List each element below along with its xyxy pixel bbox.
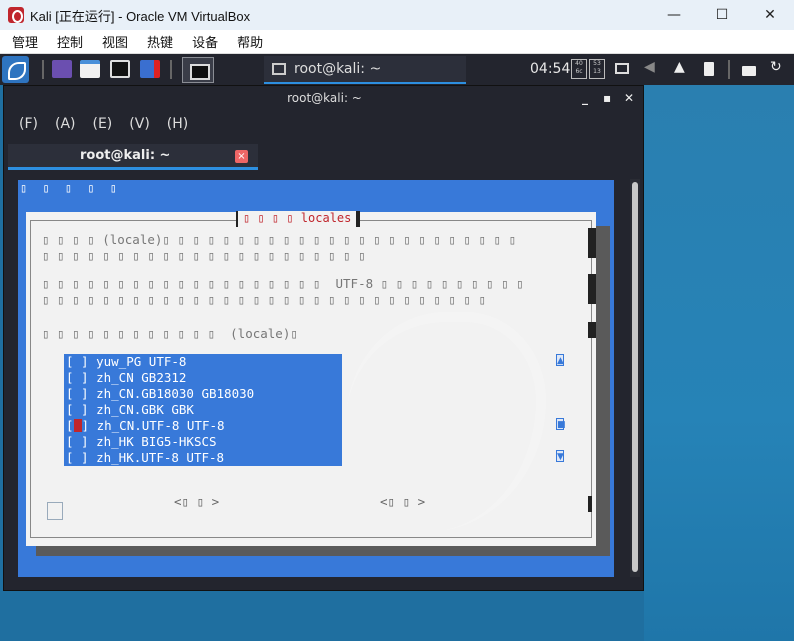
terminal-scrollbar-thumb[interactable] — [632, 182, 638, 572]
selection-cursor — [73, 419, 82, 432]
menu-help[interactable]: 帮助 — [237, 32, 263, 51]
panel-separator — [170, 60, 172, 79]
locale-option-selected[interactable]: [] zh_CN.UTF-8 UTF-8 — [64, 418, 342, 434]
right-edge-mark — [588, 274, 596, 304]
terminal-menubar: (F) (A) (E) (V) (H) — [4, 116, 645, 138]
menu-control[interactable]: 控制 — [57, 32, 83, 51]
description-line: ▯ ▯ ▯ ▯ ▯ ▯ ▯ ▯ ▯ ▯ ▯ ▯ (locale)▯ — [42, 326, 298, 341]
file-manager-icon[interactable] — [80, 60, 100, 78]
terminal-menu-edit[interactable]: (E) — [93, 116, 113, 138]
terminal-tab-label: root@kali: ~ — [80, 148, 171, 163]
description-line: ▯ ▯ ▯ ▯ ▯ ▯ ▯ ▯ ▯ ▯ ▯ ▯ ▯ ▯ ▯ ▯ ▯ ▯ ▯ ▯ … — [42, 292, 487, 307]
description-line: ▯ ▯ ▯ ▯ (locale)▯ ▯ ▯ ▯ ▯ ▯ ▯ ▯ ▯ ▯ ▯ ▯ … — [42, 232, 517, 247]
terminal-window: root@kali: ~ _ ▪ ✕ (F) (A) (E) (V) (H) r… — [3, 85, 644, 591]
menu-devices[interactable]: 设备 — [192, 32, 218, 51]
description-line: ▯ ▯ ▯ ▯ ▯ ▯ ▯ ▯ ▯ ▯ ▯ ▯ ▯ ▯ ▯ ▯ ▯ ▯ ▯ ▯ … — [42, 248, 366, 263]
menu-view[interactable]: 视图 — [102, 32, 128, 51]
terminal-menu-help[interactable]: (H) — [167, 116, 188, 138]
locale-option[interactable]: [ ] zh_CN.GB18030 GB18030 — [64, 386, 342, 402]
lock-icon[interactable] — [742, 66, 756, 76]
terminal-minimize-button[interactable]: _ — [582, 91, 588, 105]
locale-option[interactable]: [ ] zh_HK BIG5-HKSCS — [64, 434, 342, 450]
desktop-background — [644, 85, 794, 641]
taskbar-terminal[interactable]: root@kali: ~ — [264, 56, 466, 84]
locale-option[interactable]: [ ] zh_CN.GBK GBK — [64, 402, 342, 418]
list-scroll-thumb[interactable]: ■ — [556, 418, 566, 430]
display-icon[interactable] — [615, 63, 629, 74]
terminal-icon — [272, 63, 286, 75]
ok-button[interactable]: <▯ ▯ > — [174, 494, 219, 509]
virtualbox-icon — [8, 7, 24, 23]
tui-backtitle: ▯ ▯ ▯ ▯ ▯ — [20, 181, 122, 195]
locale-option[interactable]: [ ] zh_CN GB2312 — [64, 370, 342, 386]
keyboard-layout-icon[interactable]: 40 6c — [571, 59, 587, 79]
locales-tui-screen: ▯ ▯ ▯ ▯ ▯ ▯ ▯ ▯ ▯ locales ▯ ▯ ▯ ▯ (local… — [18, 180, 614, 577]
kali-panel: root@kali: ~ 04:54 40 6c 53 13 ◀ ▲ ↻ — [0, 54, 794, 85]
panel-separator — [42, 60, 44, 79]
menu-hotkeys[interactable]: 热键 — [147, 32, 173, 51]
terminal-menu-actions[interactable]: (A) — [55, 116, 76, 138]
list-scroll-down-icon[interactable]: ▼ — [556, 450, 564, 462]
logout-icon[interactable]: ↻ — [770, 59, 784, 75]
clock[interactable]: 04:54 — [530, 61, 570, 77]
terminal-launcher-icon[interactable] — [110, 60, 130, 78]
locale-checklist: [ ] yuw_PG UTF-8 [ ] zh_CN GB2312 [ ] zh… — [64, 354, 342, 466]
right-edge-mark — [588, 322, 596, 338]
active-window-task[interactable] — [182, 57, 214, 83]
close-button[interactable]: ✕ — [746, 0, 794, 30]
locale-option[interactable]: [ ] yuw_PG UTF-8 — [64, 354, 342, 370]
terminal-close-button[interactable]: ✕ — [624, 91, 634, 105]
host-titlebar: Kali [正在运行] - Oracle VM VirtualBox — ☐ ✕ — [0, 0, 794, 30]
list-scroll-up-icon[interactable]: ▲ — [556, 354, 564, 366]
minimize-button[interactable]: — — [650, 0, 698, 30]
volume-icon[interactable]: ◀ — [644, 59, 658, 75]
menu-manage[interactable]: 管理 — [12, 32, 38, 51]
taskbar-terminal-label: root@kali: ~ — [294, 61, 382, 77]
terminal-menu-file[interactable]: (F) — [19, 116, 38, 138]
host-window-title: Kali [正在运行] - Oracle VM VirtualBox — [30, 8, 251, 24]
terminal-maximize-button[interactable]: ▪ — [603, 91, 611, 105]
keyboard-layout-icon[interactable]: 53 13 — [589, 59, 605, 79]
kali-menu-icon[interactable] — [2, 56, 29, 83]
host-menubar: 管理 控制 视图 热键 设备 帮助 — [0, 30, 794, 54]
maximize-button[interactable]: ☐ — [698, 0, 746, 30]
panel-separator — [728, 60, 730, 79]
right-edge-mark — [588, 496, 592, 512]
workspace-icon[interactable] — [52, 60, 72, 78]
notification-bell-icon[interactable]: ▲ — [674, 59, 688, 75]
locales-dialog: ▯ ▯ ▯ ▯ locales ▯ ▯ ▯ ▯ (locale)▯ ▯ ▯ ▯ … — [26, 211, 596, 546]
cancel-button[interactable]: <▯ ▯ > — [380, 494, 425, 509]
terminal-tab[interactable]: root@kali: ~ × — [8, 144, 258, 170]
right-edge-mark — [588, 228, 596, 258]
terminal-menu-view[interactable]: (V) — [129, 116, 150, 138]
battery-icon[interactable] — [704, 62, 714, 76]
list-left-marker — [47, 502, 63, 520]
terminal-title: root@kali: ~ — [287, 91, 362, 105]
locale-option[interactable]: [ ] zh_HK.UTF-8 UTF-8 — [64, 450, 342, 466]
tab-close-icon[interactable]: × — [235, 150, 248, 163]
screen-recorder-icon[interactable] — [140, 60, 160, 78]
dialog-title: ▯ ▯ ▯ ▯ locales — [236, 211, 361, 227]
description-line: ▯ ▯ ▯ ▯ ▯ ▯ ▯ ▯ ▯ ▯ ▯ ▯ ▯ ▯ ▯ ▯ ▯ ▯ ▯ UT… — [42, 276, 524, 291]
